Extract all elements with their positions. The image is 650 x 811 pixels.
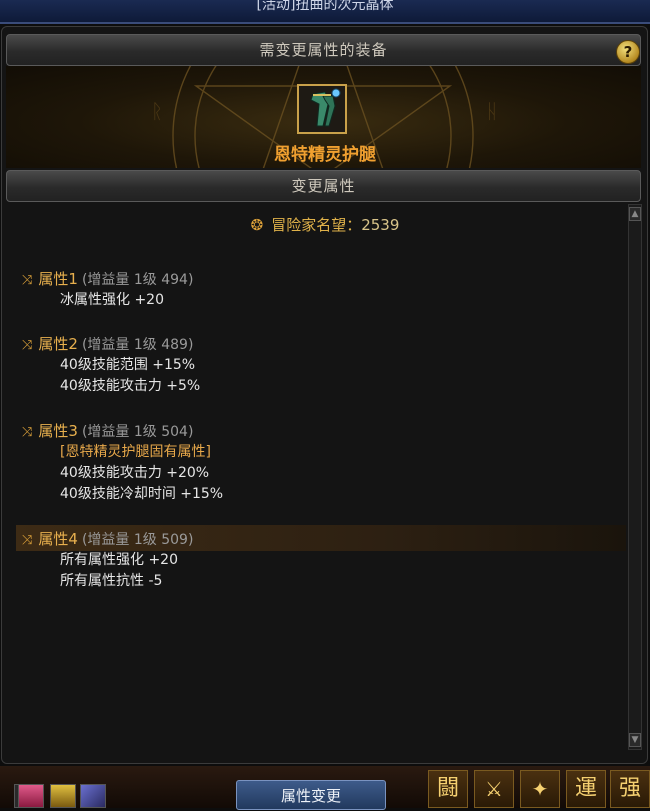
shuffle-icon: ⤨	[22, 338, 33, 353]
attribute-meta: (增益量 1级 489)	[81, 337, 194, 353]
shuffle-icon: ⤨	[22, 425, 33, 440]
attribute-meta: (增益量 1级 494)	[81, 272, 194, 288]
attribute-effect: 40级技能范围 +15%	[60, 357, 196, 373]
skill-slot-1[interactable]: 闘	[428, 770, 468, 808]
attribute-option-3[interactable]: ⤨ 属性3 (增益量 1级 504) [恩特精灵护腿固有属性] 40级技能攻击力 +…	[22, 420, 622, 505]
attribute-effect: 40级技能攻击力 +20%	[60, 465, 210, 481]
attribute-effect: 冰属性强化 +20	[60, 292, 164, 308]
shuffle-icon: ⤨	[22, 273, 33, 288]
attribute-option-2[interactable]: ⤨ 属性2 (增益量 1级 489) 40级技能范围 +15% 40级技能攻击力 +…	[22, 333, 622, 397]
scrollbar[interactable]: ▲ ▼	[628, 204, 642, 750]
equipment-header-label: 需变更属性的装备	[259, 41, 388, 59]
scroll-up-icon[interactable]: ▲	[629, 207, 641, 221]
shuffle-icon: ⤨	[22, 533, 33, 548]
reputation-value: 2539	[361, 216, 400, 234]
svg-text:ᚱ: ᚱ	[151, 99, 163, 123]
equipment-header: 需变更属性的装备	[6, 34, 641, 66]
item-name: 恩特精灵护腿	[274, 145, 376, 165]
attribute-name: 属性1	[38, 270, 78, 288]
attribute-effect: 40级技能冷却时间 +15%	[60, 486, 224, 502]
help-button[interactable]: ?	[616, 40, 640, 64]
change-attribute-header-label: 变更属性	[291, 177, 356, 195]
scroll-item-icon[interactable]	[80, 784, 106, 808]
attribute-name: 属性3	[38, 422, 78, 440]
window-title-bar: [活动]扭曲的次元晶体	[0, 0, 650, 24]
attribute-meta: (增益量 1级 509)	[81, 532, 194, 548]
svg-text:ᚺ: ᚺ	[486, 99, 498, 123]
change-attribute-button[interactable]: 属性变更	[236, 780, 386, 810]
gold-item-icon[interactable]	[50, 784, 76, 808]
attribute-effect: 所有属性抗性 -5	[60, 573, 163, 589]
attribute-meta: (增益量 1级 504)	[81, 424, 194, 440]
reputation-label: 冒险家名望：	[271, 216, 362, 234]
leggings-icon	[299, 86, 345, 132]
change-attribute-header: 变更属性	[6, 170, 641, 202]
scroll-down-icon[interactable]: ▼	[629, 733, 641, 747]
window-title: [活动]扭曲的次元晶体	[256, 0, 394, 13]
skill-slot-4[interactable]: 運	[566, 770, 606, 808]
attribute-effect: 所有属性强化 +20	[60, 552, 178, 568]
attribute-option-4[interactable]: ⤨ 属性4 (增益量 1级 509) 所有属性强化 +20 所有属性抗性 -5	[22, 528, 622, 592]
attribute-option-1[interactable]: ⤨ 属性1 (增益量 1级 494) 冰属性强化 +20	[22, 268, 622, 311]
heart-potion-icon[interactable]	[18, 784, 44, 808]
reputation-icon: ❂	[250, 216, 264, 234]
attribute-name: 属性2	[38, 335, 78, 353]
adventurer-reputation: ❂ 冒险家名望：2539	[0, 214, 650, 235]
item-icon-leg-guard[interactable]	[297, 84, 347, 134]
attribute-name: 属性4	[38, 530, 78, 548]
skill-slot-2-icon[interactable]: ⚔	[474, 770, 514, 808]
attribute-effect: 40级技能攻击力 +5%	[60, 378, 201, 394]
inherent-attribute-label: [恩特精灵护腿固有属性]	[60, 444, 211, 460]
skill-slot-3-icon[interactable]: ✦	[520, 770, 560, 808]
skill-slot-5[interactable]: 强	[610, 770, 650, 808]
